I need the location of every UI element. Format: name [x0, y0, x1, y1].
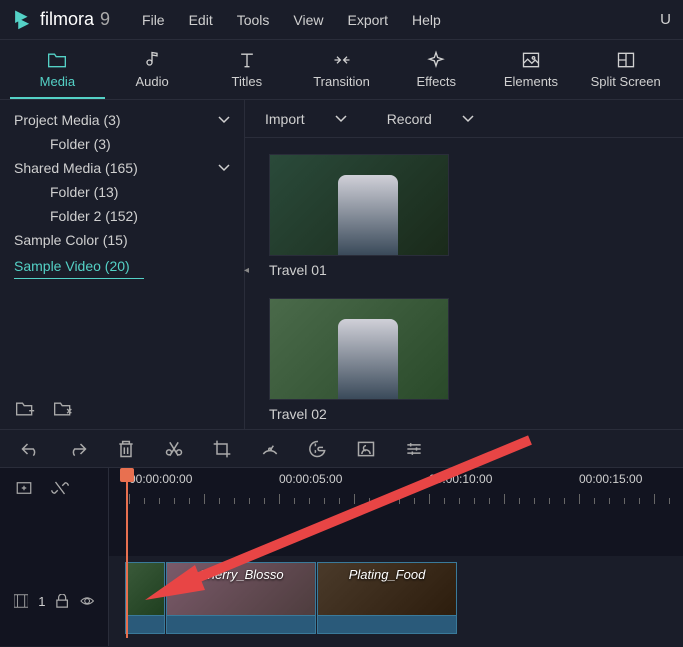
- media-tree-sidebar: Project Media (3) Folder (3) Shared Medi…: [0, 100, 245, 429]
- tab-titles[interactable]: Titles: [199, 40, 294, 99]
- track-label: 1: [0, 556, 108, 646]
- greenscreen-icon[interactable]: [356, 439, 376, 459]
- timeline-header: 00:00:00:00 00:00:05:00 00:00:10:00 00:0…: [0, 468, 683, 508]
- redo-icon[interactable]: [68, 439, 88, 459]
- sidebar-actions: [14, 399, 74, 419]
- ruler-tick: 00:00:05:00: [279, 472, 342, 486]
- tab-audio[interactable]: Audio: [105, 40, 200, 99]
- folder-icon: [46, 50, 68, 70]
- film-icon: [14, 594, 28, 608]
- clip-thumbnail: [269, 154, 449, 256]
- cut-icon[interactable]: [164, 439, 184, 459]
- unlink-icon[interactable]: [50, 479, 70, 497]
- timeline-header-actions: [0, 479, 108, 497]
- sparkle-icon: [425, 50, 447, 70]
- menu-tools[interactable]: Tools: [237, 12, 270, 28]
- music-note-icon: [141, 50, 163, 70]
- adjust-icon[interactable]: [404, 439, 424, 459]
- import-dropdown[interactable]: Import: [245, 111, 367, 127]
- crop-icon[interactable]: [212, 439, 232, 459]
- playhead[interactable]: [126, 468, 128, 638]
- track-number: 1: [38, 594, 45, 609]
- eye-icon[interactable]: [80, 594, 94, 608]
- menu-export[interactable]: Export: [348, 12, 388, 28]
- timeline-clip[interactable]: Plating_Food: [317, 562, 457, 634]
- sidebar-collapse-handle[interactable]: ◂: [244, 265, 250, 285]
- media-gallery-panel: Import Record Travel 01 Travel 02: [245, 100, 683, 429]
- new-folder-icon[interactable]: [14, 399, 36, 419]
- chevron-down-icon: [462, 115, 474, 123]
- delete-folder-icon[interactable]: [52, 399, 74, 419]
- app-version: 9: [100, 9, 110, 30]
- track-body[interactable]: Cherry_Blosso Plating_Food: [108, 556, 683, 646]
- tab-effects[interactable]: Effects: [389, 40, 484, 99]
- transition-icon: [331, 50, 353, 70]
- splitscreen-icon: [615, 50, 637, 70]
- tree-shared-folder2[interactable]: Folder 2 (152): [0, 204, 244, 228]
- delete-icon[interactable]: [116, 439, 136, 459]
- main-menu: File Edit Tools View Export Help: [142, 12, 441, 28]
- timeline-clip[interactable]: [125, 562, 165, 634]
- menu-edit[interactable]: Edit: [189, 12, 213, 28]
- clip-label: Travel 01: [269, 262, 449, 278]
- timeline-ruler[interactable]: 00:00:00:00 00:00:05:00 00:00:10:00 00:0…: [108, 468, 683, 508]
- video-track: 1 Cherry_Blosso Plating_Food: [0, 556, 683, 646]
- chevron-down-icon: [218, 116, 230, 124]
- chevron-down-icon: [335, 115, 347, 123]
- menu-file[interactable]: File: [142, 12, 165, 28]
- media-tree: Project Media (3) Folder (3) Shared Medi…: [0, 108, 244, 279]
- undo-icon[interactable]: [20, 439, 40, 459]
- timeline-clip[interactable]: Cherry_Blosso: [166, 562, 316, 634]
- gallery-action-bar: Import Record: [245, 100, 683, 138]
- timeline-panel: 00:00:00:00 00:00:05:00 00:00:10:00 00:0…: [0, 468, 683, 646]
- ruler-marks: [109, 494, 683, 504]
- record-dropdown[interactable]: Record: [367, 111, 494, 127]
- clip-thumbnail: [269, 298, 449, 400]
- media-gallery: Travel 01 Travel 02: [245, 138, 683, 429]
- app-name: filmora: [40, 9, 94, 30]
- filmora-logo-icon: [12, 9, 34, 31]
- image-icon: [520, 50, 542, 70]
- ruler-tick: 00:00:10:00: [429, 472, 492, 486]
- edit-toolbar: [0, 430, 683, 468]
- tab-media[interactable]: Media: [10, 40, 105, 99]
- media-clip[interactable]: Travel 01: [269, 154, 449, 278]
- main-panel: Project Media (3) Folder (3) Shared Medi…: [0, 100, 683, 430]
- add-track-icon[interactable]: [14, 479, 34, 497]
- menu-help[interactable]: Help: [412, 12, 441, 28]
- menu-view[interactable]: View: [293, 12, 323, 28]
- text-icon: [236, 50, 258, 70]
- chevron-down-icon: [218, 164, 230, 172]
- tree-project-folder[interactable]: Folder (3): [0, 132, 244, 156]
- color-icon[interactable]: [308, 439, 328, 459]
- user-indicator[interactable]: U: [660, 11, 671, 28]
- lock-icon[interactable]: [55, 594, 69, 608]
- tree-shared-media[interactable]: Shared Media (165): [0, 156, 244, 180]
- speed-icon[interactable]: [260, 439, 280, 459]
- tab-transition[interactable]: Transition: [294, 40, 389, 99]
- tab-elements[interactable]: Elements: [484, 40, 579, 99]
- media-clip[interactable]: Travel 02: [269, 298, 449, 422]
- titlebar: filmora 9 File Edit Tools View Export Hel…: [0, 0, 683, 40]
- ruler-tick: 00:00:00:00: [129, 472, 192, 486]
- timeline-gap: [0, 508, 683, 556]
- tree-shared-folder1[interactable]: Folder (13): [0, 180, 244, 204]
- app-logo: filmora 9: [12, 9, 110, 31]
- tab-splitscreen[interactable]: Split Screen: [578, 40, 673, 99]
- tree-sample-color[interactable]: Sample Color (15): [0, 228, 244, 252]
- tree-project-media[interactable]: Project Media (3): [0, 108, 244, 132]
- clip-label: Travel 02: [269, 406, 449, 422]
- ruler-tick: 00:00:15:00: [579, 472, 642, 486]
- tree-sample-video[interactable]: Sample Video (20): [14, 254, 144, 279]
- category-tabs: Media Audio Titles Transition Effects El…: [0, 40, 683, 100]
